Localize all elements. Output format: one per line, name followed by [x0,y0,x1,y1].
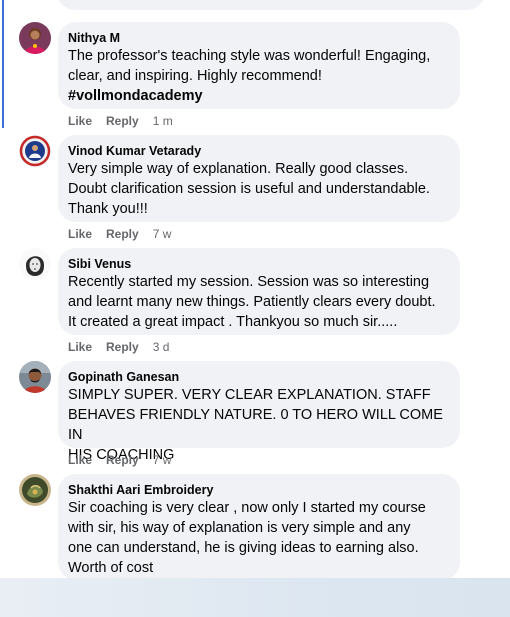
comment-actions: Like Reply 7 w [68,226,171,242]
like-button[interactable]: Like [68,113,92,129]
comment-bubble: Gopinath Ganesan SIMPLY SUPER. VERY CLEA… [58,361,460,463]
bottom-background [0,578,510,617]
comment-actions: Like Reply 7 w [68,452,171,468]
comment-actions: Like Reply 3 d [68,339,169,355]
embroidery-avatar-icon[interactable] [19,474,51,506]
comment-bubble: Sibi Venus Recently started my session. … [58,248,460,335]
comment-author[interactable]: Vinod Kumar Vetarady [68,143,450,159]
reply-button[interactable]: Reply [106,226,139,242]
comments-feed[interactable]: Nithya M The professor's teaching style … [0,0,502,578]
comment-author[interactable]: Shakthi Aari Embroidery [68,482,450,498]
comment-author[interactable]: Nithya M [68,30,450,46]
comment-text: Recently started my session. Session was… [68,274,436,330]
comment-bubble: Nithya M The professor's teaching style … [58,22,460,109]
comment-timestamp[interactable]: 7 w [153,226,172,242]
comment-timestamp[interactable]: 7 w [153,452,172,468]
previous-comment-bubble [57,0,485,10]
comment-bubble: Shakthi Aari Embroidery Sir coaching is … [58,474,460,578]
hashtag-link[interactable]: #vollmondacademy [68,86,450,106]
comment-text: Sir coaching is very clear , now only I … [68,500,426,576]
thread-line [2,0,4,128]
comment-actions: Like Reply 1 m [68,113,173,129]
reply-button[interactable]: Reply [106,113,139,129]
comment-bubble: Vinod Kumar Vetarady Very simple way of … [58,135,460,222]
like-button[interactable]: Like [68,452,92,468]
comments-screen: Nithya M The professor's teaching style … [0,0,510,617]
comment-timestamp[interactable]: 3 d [153,339,170,355]
like-button[interactable]: Like [68,339,92,355]
comment-timestamp[interactable]: 1 m [153,113,173,129]
comment-author[interactable]: Sibi Venus [68,256,450,272]
like-button[interactable]: Like [68,226,92,242]
profile-photo-icon[interactable] [19,22,51,54]
comment-text: The professor's teaching style was wonde… [68,48,431,84]
profile-photo-icon[interactable] [19,361,51,393]
reply-button[interactable]: Reply [106,339,139,355]
comment-author[interactable]: Gopinath Ganesan [68,369,450,385]
reply-button[interactable]: Reply [106,452,139,468]
scrollbar[interactable] [502,0,510,578]
comment-text: Very simple way of explanation. Really g… [68,161,430,217]
emblem-avatar-icon[interactable] [19,135,51,167]
sketch-avatar-icon[interactable] [19,248,51,280]
